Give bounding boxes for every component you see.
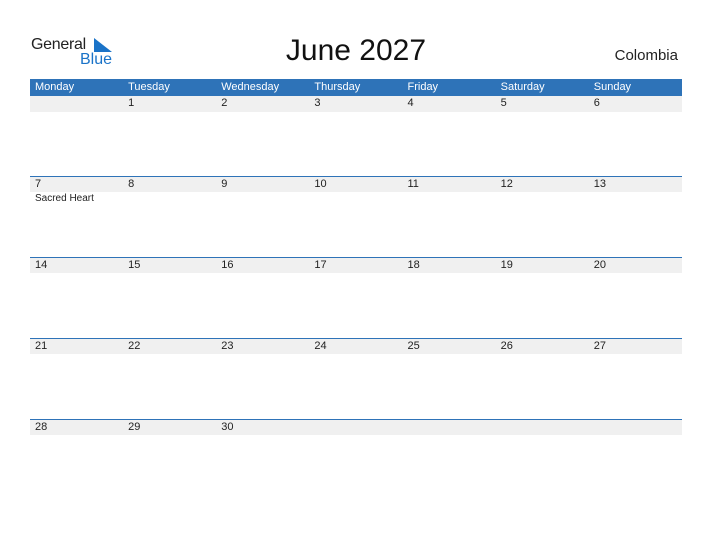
day-number: 6 [593, 97, 600, 109]
day-number: 14 [35, 259, 48, 271]
day-event [589, 435, 682, 436]
day-number: 21 [35, 340, 48, 352]
day-number [403, 420, 496, 435]
day-event [496, 192, 589, 204]
day-event [216, 192, 309, 204]
day-number: 30 [221, 421, 234, 433]
day-event [496, 435, 589, 436]
day-event: Sacred Heart [35, 193, 94, 204]
day-event [216, 354, 309, 355]
day-number: 7 [35, 178, 42, 190]
day-number: 29 [128, 421, 141, 433]
weekday-wednesday: Wednesday [221, 81, 280, 93]
day-number: 22 [128, 340, 141, 352]
day-number [30, 96, 123, 112]
day-event [309, 435, 402, 436]
day-number: 2 [221, 97, 228, 109]
day-number: 10 [314, 178, 327, 190]
day-event [309, 192, 402, 204]
day-event [403, 112, 496, 113]
week-row: 14 15 16 17 18 19 20 [30, 257, 682, 338]
day-event [403, 354, 496, 355]
day-number [309, 420, 402, 435]
week-row: 28 29 30 [30, 419, 682, 500]
day-event [30, 273, 123, 274]
day-number: 26 [500, 340, 513, 352]
day-event [30, 112, 123, 113]
day-number: 9 [221, 178, 228, 190]
day-number: 28 [35, 421, 48, 433]
day-event [496, 354, 589, 355]
week-events [30, 354, 682, 355]
day-number: 3 [314, 97, 321, 109]
day-event [123, 273, 216, 274]
weekday-saturday: Saturday [500, 81, 545, 93]
day-number: 19 [500, 259, 513, 271]
day-number: 18 [407, 259, 420, 271]
day-event [216, 435, 309, 436]
day-event [123, 112, 216, 113]
weekday-header: Monday Tuesday Wednesday Thursday Friday… [30, 79, 682, 96]
day-number: 25 [407, 340, 420, 352]
day-number: 27 [593, 340, 606, 352]
week-events [30, 273, 682, 274]
day-event [123, 192, 216, 204]
day-event [309, 273, 402, 274]
day-number: 1 [128, 97, 135, 109]
day-number: 23 [221, 340, 234, 352]
day-event [403, 273, 496, 274]
day-number: 4 [407, 97, 414, 109]
day-event [216, 273, 309, 274]
week-events [30, 435, 682, 436]
day-number: 24 [314, 340, 327, 352]
day-event [123, 435, 216, 436]
week-events [30, 112, 682, 113]
day-number: 13 [593, 178, 606, 190]
week-date-bar: 14 15 16 17 18 19 20 [30, 257, 682, 273]
week-row: 21 22 23 24 25 26 27 [30, 338, 682, 419]
weekday-friday: Friday [407, 81, 439, 93]
day-event [496, 273, 589, 274]
day-event [309, 354, 402, 355]
day-event [589, 192, 682, 204]
day-event [589, 273, 682, 274]
day-event [589, 354, 682, 355]
page-title: June 2027 [285, 34, 427, 67]
week-date-bar: 1 2 3 4 5 6 [30, 96, 682, 112]
day-event [30, 354, 123, 355]
weekday-thursday: Thursday [314, 81, 361, 93]
day-event [403, 192, 496, 204]
week-events: Sacred Heart [30, 192, 682, 204]
week-row: 1 2 3 4 5 6 [30, 96, 682, 177]
day-event [589, 112, 682, 113]
week-row: 7 8 9 10 11 12 13 Sacred Heart [30, 176, 682, 257]
day-number: 11 [407, 178, 419, 190]
week-date-bar: 28 29 30 [30, 419, 682, 435]
day-number: 5 [500, 97, 507, 109]
day-event [123, 354, 216, 355]
weekday-tuesday: Tuesday [128, 81, 170, 93]
day-number: 20 [593, 259, 606, 271]
day-number: 8 [128, 178, 135, 190]
day-event [309, 112, 402, 113]
week-date-bar: 21 22 23 24 25 26 27 [30, 338, 682, 354]
week-date-bar: 7 8 9 10 11 12 13 [30, 176, 682, 192]
day-number: 12 [500, 178, 513, 190]
day-number: 16 [221, 259, 234, 271]
day-event [30, 435, 123, 436]
day-event [496, 112, 589, 113]
day-number [589, 420, 682, 435]
day-event [216, 112, 309, 113]
day-number [496, 420, 589, 435]
day-event [403, 435, 496, 436]
weekday-monday: Monday [35, 81, 75, 93]
day-number: 15 [128, 259, 141, 271]
weekday-sunday: Sunday [593, 81, 632, 93]
day-number: 17 [314, 259, 327, 271]
country-label: Colombia [614, 47, 678, 64]
